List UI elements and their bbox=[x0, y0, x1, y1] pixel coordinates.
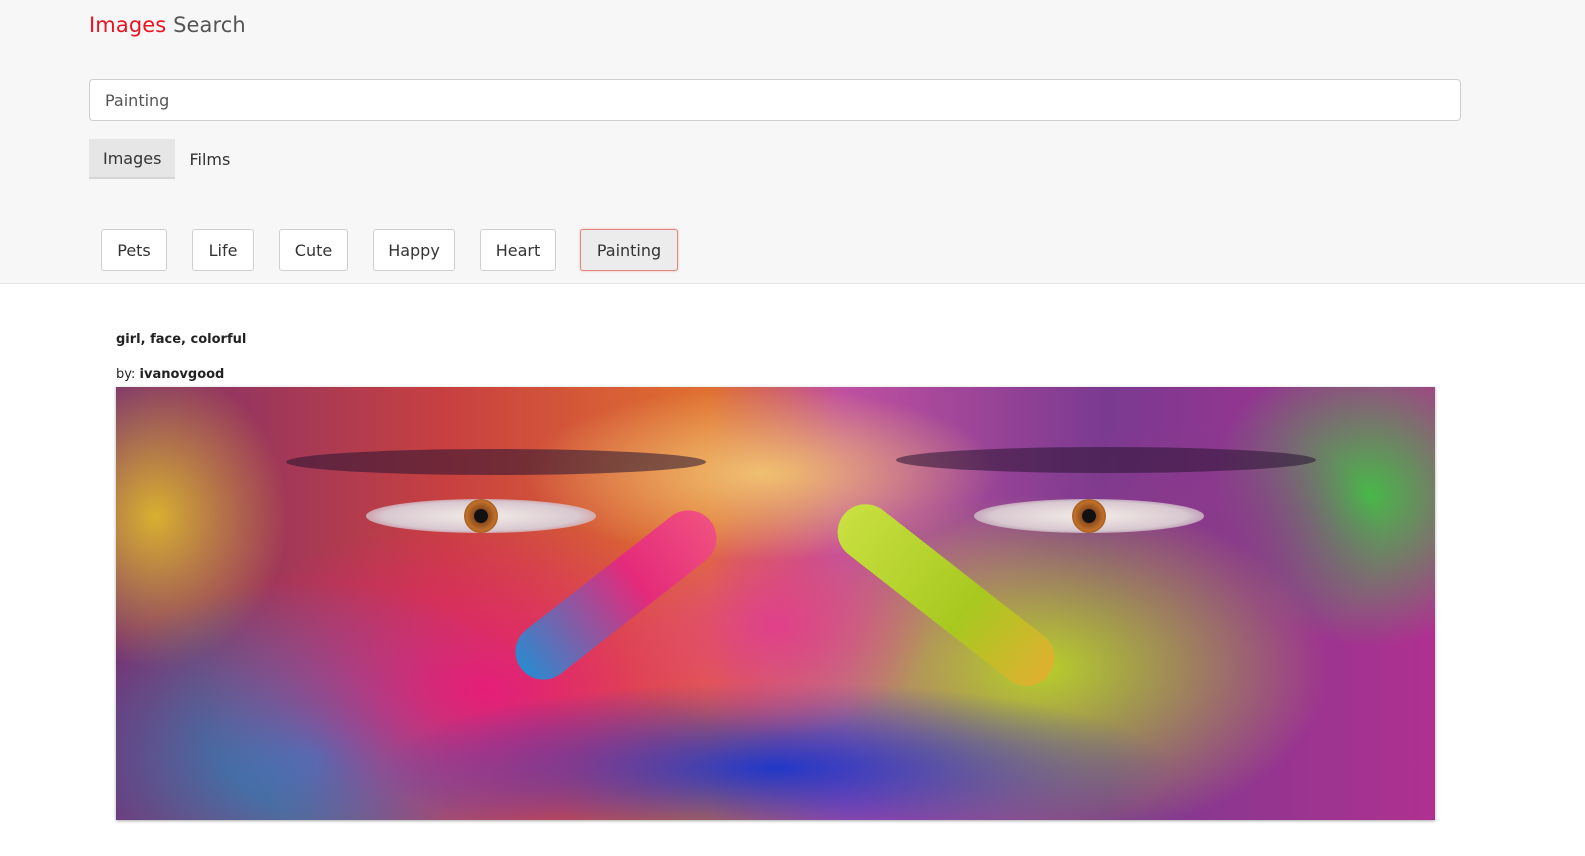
painted-eye-right bbox=[974, 499, 1204, 533]
tab-images[interactable]: Images bbox=[89, 139, 176, 179]
result-image[interactable] bbox=[116, 387, 1435, 820]
tag-button-cute[interactable]: Cute bbox=[279, 229, 348, 271]
tag-button-happy[interactable]: Happy bbox=[373, 229, 455, 271]
brand-logo[interactable]: Images Search bbox=[89, 11, 246, 39]
result-author-line: by: ivanovgood bbox=[116, 367, 224, 382]
author-prefix: by: bbox=[116, 367, 136, 382]
search-type-tabs: Images Films bbox=[89, 139, 244, 179]
tag-button-pets[interactable]: Pets bbox=[101, 229, 167, 271]
brand-secondary: Search bbox=[173, 13, 246, 37]
tag-button-painting[interactable]: Painting bbox=[580, 229, 678, 271]
painted-eye-left bbox=[366, 499, 596, 533]
painted-brow-right bbox=[896, 447, 1316, 473]
result-title: girl, face, colorful bbox=[116, 332, 247, 347]
brand-primary: Images bbox=[89, 13, 167, 37]
tab-films[interactable]: Films bbox=[175, 139, 244, 179]
search-input[interactable] bbox=[89, 79, 1461, 121]
tag-button-heart[interactable]: Heart bbox=[480, 229, 556, 271]
author-name[interactable]: ivanovgood bbox=[140, 367, 225, 382]
painted-brow-left bbox=[286, 449, 706, 475]
header-panel: Images Search Images Films Pets Life Cut… bbox=[0, 0, 1585, 284]
tag-button-life[interactable]: Life bbox=[192, 229, 254, 271]
